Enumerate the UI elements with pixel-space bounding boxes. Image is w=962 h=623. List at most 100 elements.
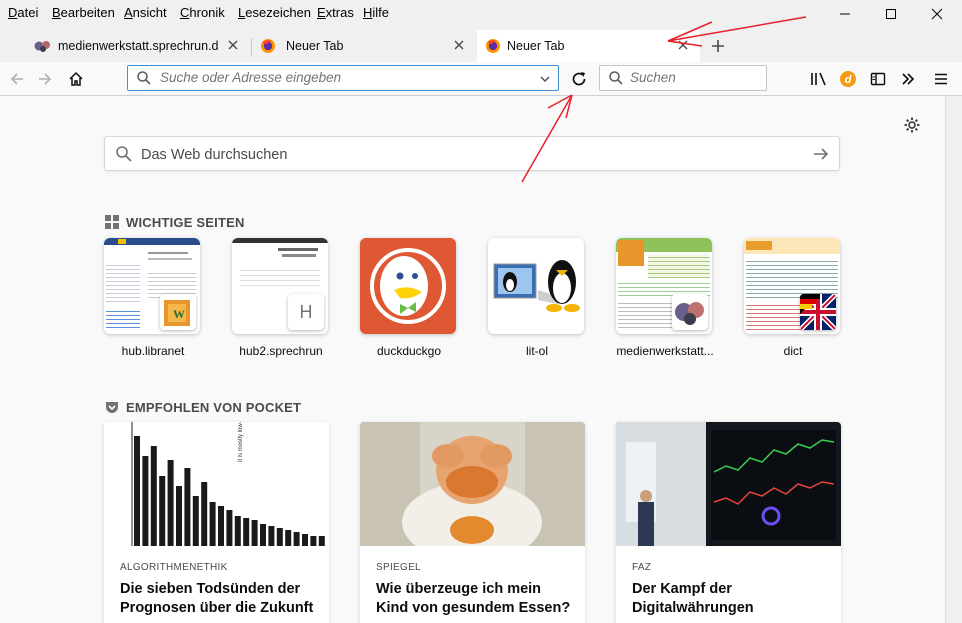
menu-button[interactable] — [928, 67, 954, 91]
site-label: duckduckgo — [376, 344, 442, 358]
tab-medienwerkstatt[interactable]: medienwerkstatt.sprechrun.de — [30, 30, 250, 62]
firefox-icon — [486, 39, 500, 53]
pocket-icon — [106, 402, 118, 413]
search-input[interactable] — [630, 70, 760, 85]
image-bar — [268, 526, 275, 546]
minimize-icon — [840, 13, 850, 15]
image-bar — [150, 446, 157, 546]
pocket-title: EMPFOHLEN VON POCKET — [126, 400, 302, 415]
hamburger-icon — [935, 73, 947, 85]
menu-datei[interactable]: Datei — [8, 5, 38, 20]
plus-icon — [712, 40, 724, 52]
firefox-icon — [261, 39, 275, 53]
web-search-placeholder: Das Web durchsuchen — [141, 147, 288, 163]
pocket-card[interactable]: SPIEGEL Wie überzeuge ich mein Kind von … — [360, 422, 585, 623]
reload-button[interactable] — [566, 67, 592, 91]
home-icon — [69, 71, 83, 86]
menu-extras[interactable]: Extras — [317, 5, 354, 20]
site-thumbnail — [744, 238, 840, 334]
image-bar — [209, 502, 216, 546]
menu-hilfe[interactable]: Hilfe — [363, 5, 389, 20]
top-site-medienwerkstatt[interactable]: medienwerkstatt... — [616, 238, 714, 358]
svg-text:d: d — [845, 74, 852, 86]
menu-lesezeichen[interactable]: Lesezeichen — [238, 5, 311, 20]
image-bar — [310, 536, 317, 546]
tab-title: Neuer Tab — [507, 39, 565, 53]
site-thumbnail — [616, 238, 712, 334]
arrow-right-icon — [39, 73, 52, 85]
menu-bar: Datei Bearbeiten Ansicht Chronik Lesezei… — [0, 0, 962, 28]
menu-bearbeiten[interactable]: Bearbeiten — [52, 5, 115, 20]
sidebar-icon — [870, 72, 886, 86]
site-label: lit-ol — [525, 344, 548, 358]
close-tab-icon[interactable] — [452, 38, 466, 52]
svg-text:it is mostly low-income jobs: it is mostly low-income jobs — [238, 422, 244, 462]
web-search-box[interactable]: Das Web durchsuchen — [104, 136, 840, 171]
site-label: hub2.sprechrun — [239, 344, 323, 358]
chevron-double-right-icon — [902, 73, 915, 85]
menu-ansicht[interactable]: Ansicht — [124, 5, 167, 20]
search-bar[interactable] — [599, 65, 767, 91]
arrow-right-icon[interactable] — [812, 145, 830, 163]
pocket-card[interactable]: it is mostly low-income jobs ALGORITHMEN… — [104, 422, 329, 623]
svg-text:W: W — [173, 307, 185, 321]
menu-chronik[interactable]: Chronik — [180, 5, 225, 20]
overflow-button[interactable] — [895, 67, 921, 91]
image-bar — [218, 506, 224, 546]
card-title: Wie überzeuge ich mein Kind von gesundem… — [376, 581, 571, 616]
tab-title: Neuer Tab — [286, 39, 344, 53]
close-tab-icon[interactable] — [676, 38, 690, 52]
gear-icon — [904, 117, 920, 133]
grid-icon — [105, 215, 119, 229]
search-icon — [609, 71, 623, 85]
back-button[interactable] — [4, 67, 30, 91]
new-tab-button[interactable] — [706, 36, 730, 56]
site-thumbnail: H — [232, 238, 328, 334]
image-bar — [184, 468, 191, 546]
top-site-hub2-sprechrun[interactable]: H hub2.sprechrun — [232, 238, 330, 358]
forward-button[interactable] — [32, 67, 58, 91]
hub-libranet-logo-icon: W — [160, 294, 196, 330]
url-bar[interactable] — [127, 65, 559, 91]
arrow-left-icon — [10, 73, 23, 85]
settings-button[interactable] — [903, 116, 921, 134]
card-title: Die sieben Todsünden der Prognosen über … — [120, 581, 314, 616]
image-bar — [276, 528, 283, 546]
image-bar — [159, 476, 166, 546]
card-image-chart: it is mostly low-income jobs — [104, 422, 329, 546]
search-icon — [137, 71, 151, 85]
top-site-dict[interactable]: dict — [744, 238, 842, 358]
navigation-toolbar: d — [0, 62, 962, 96]
tab-strip: medienwerkstatt.sprechrun.de Neuer Tab N… — [0, 28, 962, 62]
card-image-trading-screens — [616, 422, 841, 546]
extension-button[interactable]: d — [835, 67, 861, 91]
card-source: SPIEGEL — [376, 562, 421, 573]
tab-neuer-tab[interactable]: Neuer Tab — [254, 30, 476, 62]
url-input[interactable] — [160, 70, 530, 85]
maximize-icon — [886, 9, 896, 19]
image-bar — [260, 524, 266, 546]
library-button[interactable] — [806, 67, 832, 91]
top-site-hub-libranet[interactable]: W hub.libranet — [104, 238, 202, 358]
image-bar — [134, 436, 140, 546]
chevron-down-icon[interactable] — [539, 73, 551, 85]
sidebar-button[interactable] — [865, 67, 891, 91]
top-site-lit-ol[interactable]: lit-ol — [488, 238, 586, 358]
tab-separator — [251, 38, 252, 56]
image-bar — [318, 536, 325, 546]
tab-neuer-tab-active[interactable]: Neuer Tab — [477, 30, 700, 62]
duckduckgo-logo-icon — [360, 238, 456, 334]
extension-d-icon: d — [840, 71, 856, 87]
site-label: hub.libranet — [121, 344, 185, 358]
pocket-card[interactable]: FAZ Der Kampf der Digitalwährungen — [616, 422, 841, 623]
top-site-duckduckgo[interactable]: duckduckgo — [360, 238, 458, 358]
image-bar — [234, 516, 241, 546]
close-tab-icon[interactable] — [226, 38, 240, 52]
maximize-button[interactable] — [868, 0, 914, 28]
home-button[interactable] — [63, 67, 89, 91]
close-window-button[interactable] — [914, 0, 960, 28]
card-image-child-eating — [360, 422, 585, 546]
vertical-scrollbar[interactable] — [945, 96, 962, 623]
image-bar — [285, 530, 292, 546]
minimize-button[interactable] — [822, 0, 868, 28]
